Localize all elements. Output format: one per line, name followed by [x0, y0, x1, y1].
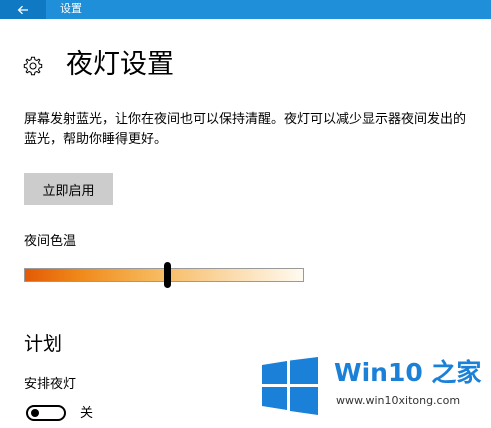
page-title: 夜灯设置: [66, 49, 174, 80]
color-temperature-slider[interactable]: [24, 262, 304, 288]
watermark-title: Win10 之家: [334, 358, 482, 387]
windows-logo-icon: [262, 357, 318, 415]
window-title: 设置: [60, 2, 82, 15]
toggle-state-text: 关: [80, 406, 94, 421]
schedule-night-light-label: 安排夜灯: [24, 377, 77, 392]
toggle-knob[interactable]: [31, 409, 39, 417]
gear-icon: [23, 56, 43, 76]
watermark-url: www.win10xitong.com: [336, 394, 461, 407]
arrow-left-icon: [17, 5, 28, 14]
back-button[interactable]: [0, 0, 46, 19]
description-text: 屏幕发射蓝光，让你在夜间也可以保持清醒。夜灯可以减少显示器夜间发出的蓝光，帮助你…: [24, 112, 467, 147]
slider-thumb[interactable]: [163, 262, 171, 288]
watermark: Win10 之家 www.win10xitong.com: [258, 354, 488, 420]
enable-now-button[interactable]: 立即启用: [24, 173, 113, 205]
schedule-toggle[interactable]: [26, 405, 66, 421]
color-temperature-label: 夜间色温: [24, 234, 77, 249]
title-bar: 设置: [0, 0, 491, 19]
schedule-heading: 计划: [24, 333, 63, 355]
